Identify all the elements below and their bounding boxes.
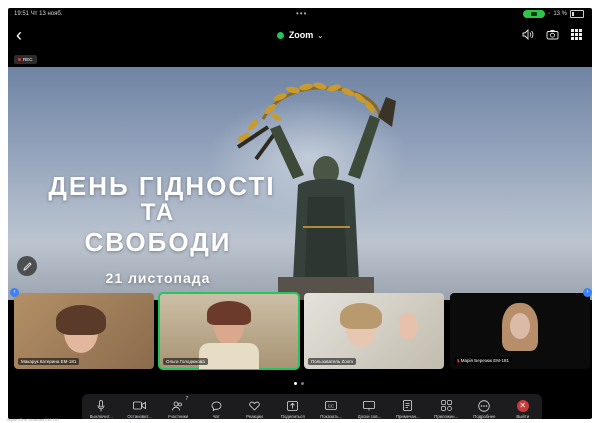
svg-text:CC: CC [328,403,334,408]
battery-icon [570,10,584,18]
header-actions [522,29,582,40]
more-button[interactable]: Подробнее [466,399,502,419]
notes-icon [403,399,413,413]
meeting-title[interactable]: Zoom ⌄ [8,30,592,40]
participant-strip: Макарук Катерина ЕМ-181 Ольга Голодюкова… [14,292,590,373]
pencil-icon [22,261,32,271]
footer-caption: Экран Юля Ушакова ЕМ-181 [6,417,60,422]
notes-button[interactable]: Примечан... [390,399,426,419]
whiteboard-icon [363,399,376,413]
participant-face-front [510,313,530,339]
leave-icon: ✕ [516,399,529,412]
page-dot-active [294,382,297,385]
captions-icon: CC [325,399,338,413]
leave-button[interactable]: ✕ Выйти [505,399,541,419]
share-arrow-icon [287,399,299,413]
zoom-ipad-screen: 19:51 Чт 13 нояб. ••• ◦ 13 % ‹ Zoom ⌄ REC [8,8,592,419]
slide-title-line-3: СВОБОДИ [84,227,232,257]
shared-screen: ДЕНЬ ГІДНОСТІ ТА СВОБОДИ 21 листопада [8,67,592,300]
status-bar: 19:51 Чт 13 нояб. ••• ◦ 13 % [8,8,592,22]
participant-hair [340,303,382,329]
slide-title-line-2: ТА [140,199,176,226]
heart-icon [249,399,260,413]
share-button[interactable]: Поделиться [275,399,311,419]
speaker-icon[interactable] [522,29,534,40]
mute-button[interactable]: Выключит... [83,399,119,419]
participant-name: Пользователь Zoom [308,358,356,365]
annotate-pen-button[interactable] [17,256,37,276]
recording-badge: REC [14,55,37,64]
multitask-dots-icon[interactable]: ••• [296,9,307,18]
camera-in-use-icon [523,10,546,18]
chat-button[interactable]: Чат [198,399,234,419]
participants-icon: 7 [172,396,188,413]
chat-icon [211,399,222,413]
slide-date: 21 листопада [105,270,211,286]
participant-shirt [199,343,259,369]
meeting-toolbar: Выключит... Остановит... 7 Участники Чат… [82,394,542,419]
participant-hair [207,301,251,325]
participant-hand [399,313,417,339]
participant-hair [56,305,106,335]
participant-tile[interactable]: Макарук Катерина ЕМ-181 [14,293,154,369]
video-camera-icon [133,399,146,413]
switch-camera-icon[interactable] [546,29,559,40]
participant-expand-left-icon[interactable]: ‹ [10,288,19,297]
participants-button[interactable]: 7 Участники [160,396,196,419]
more-icon [478,399,491,413]
apps-icon [440,399,452,413]
chevron-down-icon: ⌄ [317,33,324,40]
participant-count: 7 [185,395,189,402]
page-dot [301,382,304,385]
muted-mic-icon: ▮ [457,358,460,363]
stop-video-button[interactable]: Остановит... [121,399,157,419]
mic-icon [97,399,105,413]
gallery-view-icon[interactable] [571,29,582,40]
shield-dot-icon [276,32,284,39]
page-indicator[interactable] [294,382,304,385]
battery-percent: 13 % [553,11,567,17]
status-time: 19:51 Чт 13 нояб. [14,11,63,17]
slide-title-line-1: ДЕНЬ ГІДНОСТІ [48,171,276,201]
wifi-icon: ◦ [548,11,551,17]
participant-tile[interactable]: Пользователь Zoom [304,293,444,369]
participant-tile-active-speaker[interactable]: Ольга Голодюкова [158,292,300,370]
status-right: ◦ 13 % [523,10,584,18]
apps-button[interactable]: Приложен... [428,399,464,419]
whiteboards-button[interactable]: Доски сов... [351,399,387,419]
record-dot-icon [18,58,21,61]
participant-name: ▮ Марія Березюк ЕМ-181 [454,357,513,365]
participant-expand-right-icon[interactable]: › [583,288,592,297]
participant-tile[interactable]: ▮ Марія Березюк ЕМ-181 [450,293,590,369]
meeting-header: ‹ Zoom ⌄ [8,22,592,52]
reactions-button[interactable]: Реакции [236,399,272,419]
participant-name: Ольга Голодюкова [163,358,208,365]
show-captions-button[interactable]: CC Показать... [313,399,349,419]
participant-name: Макарук Катерина ЕМ-181 [18,358,80,365]
